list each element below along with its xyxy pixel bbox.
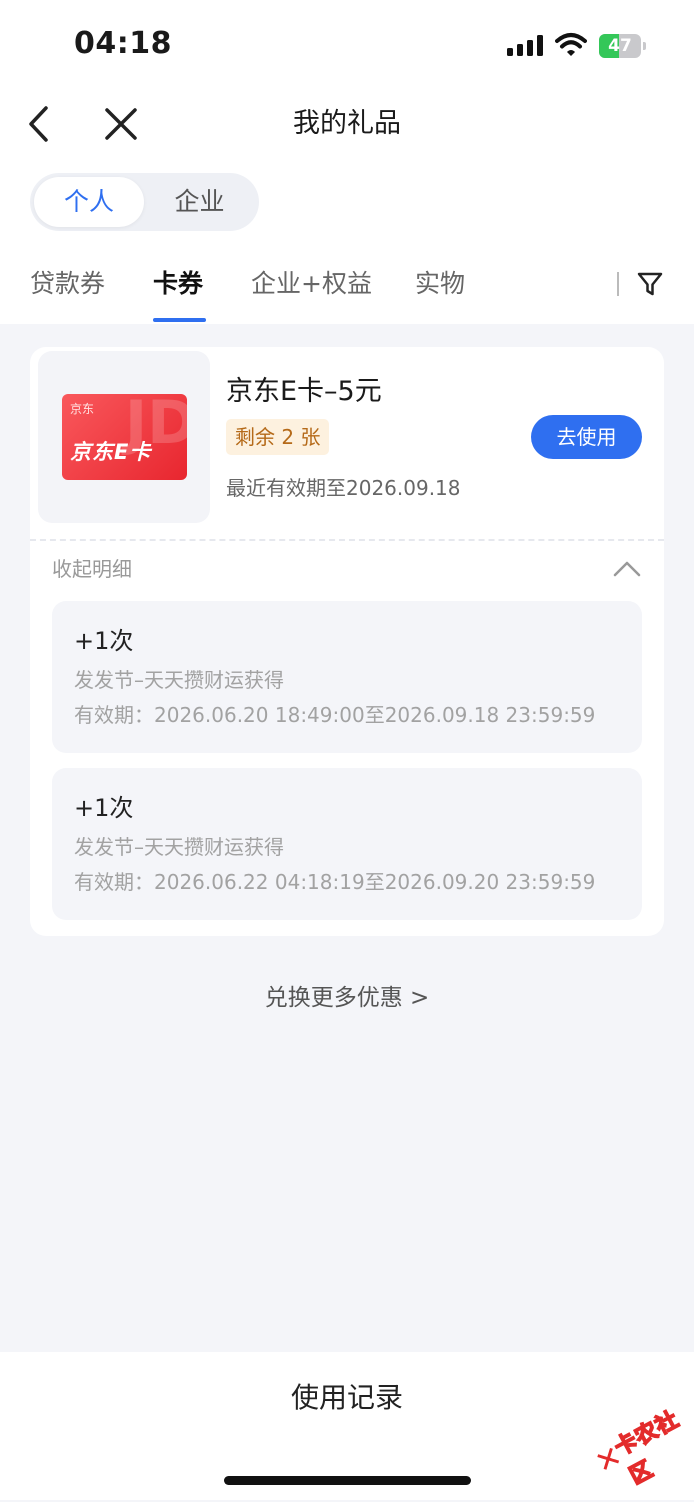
detail-validity: 有效期：2026.06.20 18:49:00至2026.09.18 23:59… — [74, 703, 596, 727]
tab-divider — [617, 272, 619, 296]
tab-card-coupon[interactable]: 卡券 — [153, 266, 203, 302]
usage-history-button[interactable]: 使用记录 — [0, 1378, 694, 1418]
home-indicator — [224, 1476, 471, 1485]
jd-ecard-image: JD 京东 京东E卡 — [62, 394, 187, 480]
battery-percent: 47 — [608, 36, 632, 56]
page-title: 我的礼品 — [293, 108, 401, 139]
detail-title: +1次 — [74, 627, 134, 655]
battery-icon: 47 — [599, 34, 647, 58]
dashed-divider — [30, 539, 664, 541]
battery-nub — [643, 42, 646, 50]
detail-title: +1次 — [74, 794, 134, 822]
filter-icon[interactable] — [636, 270, 664, 298]
detail-item: +1次 发发节–天天攒财运获得 有效期：2026.06.20 18:49:00至… — [52, 601, 642, 753]
active-tab-indicator — [153, 318, 206, 322]
remaining-badge: 剩余 2 张 — [226, 419, 330, 455]
detail-source: 发发节–天天攒财运获得 — [74, 835, 284, 859]
redeem-more-link[interactable]: 兑换更多优惠 > — [0, 980, 694, 1016]
tab-enterprise-benefits[interactable]: 企业+权益 — [251, 266, 372, 302]
wifi-icon — [555, 33, 587, 56]
segment-personal[interactable]: 个人 — [34, 177, 144, 227]
top-area: 04:18 47 我的礼品 个人 企业 贷款券 卡券 企业+权益 实物 — [0, 0, 694, 324]
status-time: 04:18 — [74, 26, 172, 61]
collapse-details-toggle[interactable]: 收起明细 — [52, 552, 132, 586]
use-button[interactable]: 去使用 — [531, 415, 642, 459]
jd-logo-small: 京东 — [70, 402, 95, 416]
gift-card: JD 京东 京东E卡 京东E卡–5元 剩余 2 张 最近有效期至2026.09.… — [30, 347, 664, 936]
battery-body: 47 — [599, 34, 641, 58]
account-type-switch: 个人 企业 — [30, 173, 259, 231]
tab-physical[interactable]: 实物 — [415, 266, 465, 302]
cellular-signal-icon — [507, 35, 543, 56]
segment-enterprise[interactable]: 企业 — [144, 177, 255, 227]
chevron-up-icon[interactable] — [612, 557, 642, 579]
gift-name: 京东E卡–5元 — [226, 376, 382, 407]
detail-item: +1次 发发节–天天攒财运获得 有效期：2026.06.22 04:18:19至… — [52, 768, 642, 920]
tab-loan-coupon[interactable]: 贷款券 — [30, 266, 105, 302]
detail-source: 发发节–天天攒财运获得 — [74, 668, 284, 692]
gift-thumbnail: JD 京东 京东E卡 — [38, 351, 210, 523]
expiry-date: 最近有效期至2026.09.18 — [226, 476, 461, 500]
jd-logo-main: 京东E卡 — [70, 440, 152, 464]
detail-validity: 有效期：2026.06.22 04:18:19至2026.09.20 23:59… — [74, 870, 596, 894]
